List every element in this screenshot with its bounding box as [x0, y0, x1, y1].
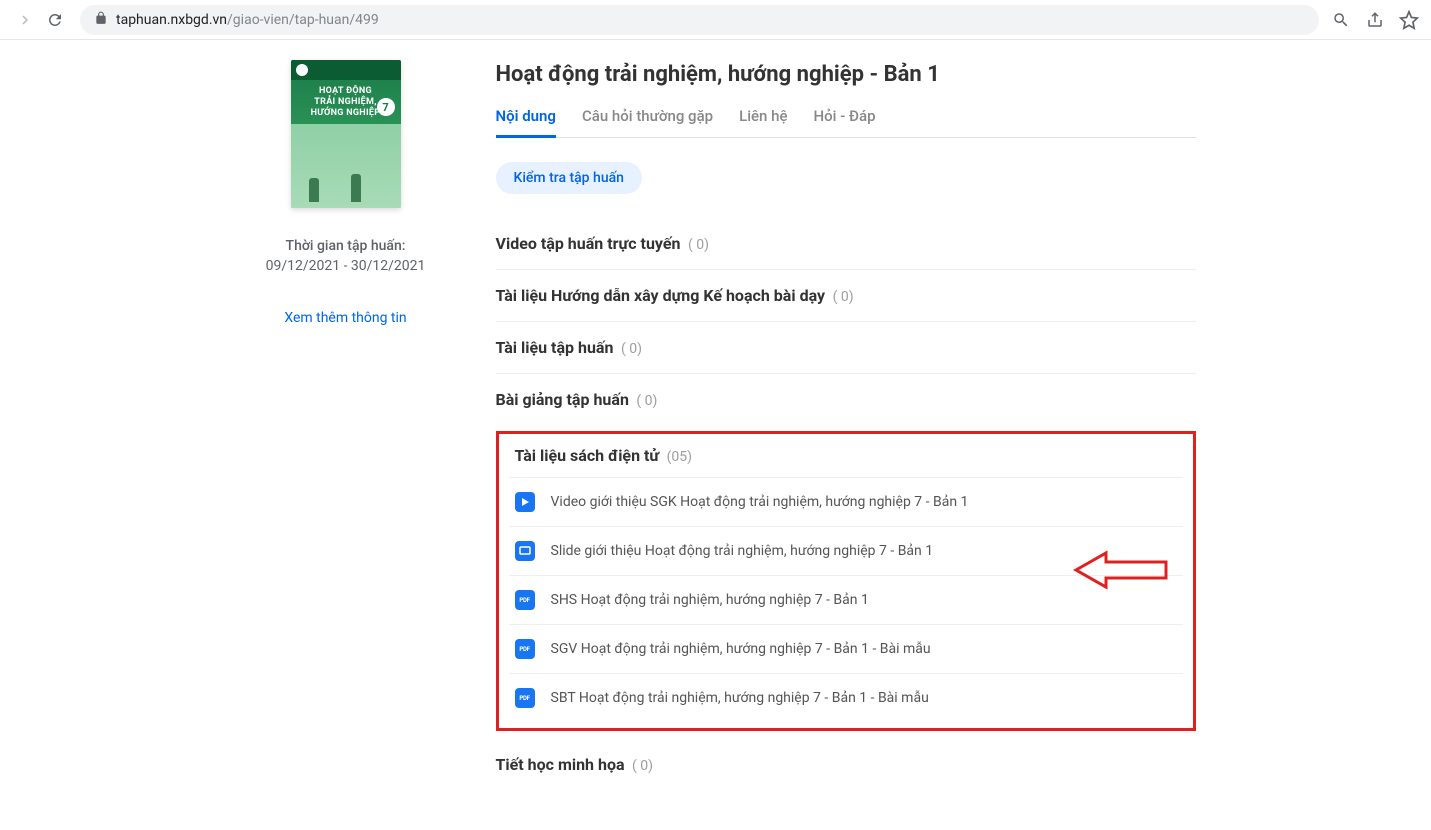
ebook-item-label: SGV Hoạt động trải nghiệm, hướng nghiệp …: [551, 641, 931, 657]
ebook-section-title: Tài liệu sách điện tử: [515, 446, 660, 465]
tab-bar: Nội dung Câu hỏi thường gặp Liên hệ Hỏi …: [496, 107, 1196, 138]
slide-icon: [515, 541, 535, 561]
section-title: Bài giảng tập huấn: [496, 390, 629, 409]
video-icon: [515, 492, 535, 512]
reload-icon: [46, 11, 64, 29]
share-icon[interactable]: [1363, 8, 1387, 32]
page-title: Hoạt động trải nghiệm, hướng nghiệp - Bả…: [496, 62, 1196, 87]
section-title: Tiết học minh họa: [496, 755, 625, 774]
tab-qa[interactable]: Hỏi - Đáp: [814, 107, 876, 137]
reload-button[interactable]: [40, 5, 70, 35]
section-title: Tài liệu tập huấn: [496, 338, 614, 357]
sidebar: HOẠT ĐỘNG TRẢI NGHIỆM, HƯỚNG NGHIỆP 7 Th…: [236, 50, 456, 790]
grade-number: 7: [377, 98, 395, 116]
ebook-item[interactable]: PDF SBT Hoạt động trải nghiệm, hướng ngh…: [509, 673, 1183, 722]
tab-contact[interactable]: Liên hệ: [739, 107, 787, 137]
ebook-item[interactable]: PDF SGV Hoạt động trải nghiệm, hướng ngh…: [509, 624, 1183, 673]
publisher-logo-icon: [296, 64, 308, 76]
ebook-item-label: SHS Hoạt động trải nghiệm, hướng nghiệp …: [551, 592, 869, 608]
section-title: Tài liệu Hướng dẫn xây dựng Kế hoạch bài…: [496, 286, 826, 305]
section-title: Video tập huấn trực tuyến: [496, 234, 681, 253]
tab-faq[interactable]: Câu hỏi thường gặp: [582, 107, 713, 137]
address-bar[interactable]: taphuan.nxbgd.vn/giao-vien/tap-huan/499: [80, 5, 1319, 35]
ebook-item[interactable]: PDF SHS Hoạt động trải nghiệm, hướng ngh…: [509, 575, 1183, 624]
section-lesson-plan[interactable]: Tài liệu Hướng dẫn xây dựng Kế hoạch bài…: [496, 270, 1196, 322]
section-count: ( 0): [688, 237, 709, 253]
ebook-section-count: (05): [667, 449, 692, 465]
tab-noi-dung[interactable]: Nội dung: [496, 107, 556, 138]
zoom-icon[interactable]: [1329, 8, 1353, 32]
exam-button[interactable]: Kiểm tra tập huấn: [496, 162, 642, 194]
browser-toolbar: taphuan.nxbgd.vn/giao-vien/tap-huan/499: [0, 0, 1431, 40]
pdf-icon: PDF: [515, 688, 535, 708]
more-info-link[interactable]: Xem thêm thông tin: [284, 310, 406, 326]
forward-button[interactable]: [10, 5, 40, 35]
section-demo-lesson[interactable]: Tiết học minh họa ( 0): [496, 739, 1196, 790]
section-training-lectures[interactable]: Bài giảng tập huấn ( 0): [496, 374, 1196, 425]
ebook-item-label: Video giới thiệu SGK Hoạt động trải nghi…: [551, 494, 969, 510]
main-content: Hoạt động trải nghiệm, hướng nghiệp - Bả…: [496, 50, 1196, 790]
section-count: ( 0): [621, 341, 642, 357]
section-training-docs[interactable]: Tài liệu tập huấn ( 0): [496, 322, 1196, 374]
section-video-training[interactable]: Video tập huấn trực tuyến ( 0): [496, 218, 1196, 270]
pdf-icon: PDF: [515, 639, 535, 659]
lock-icon: [94, 11, 108, 29]
section-count: ( 0): [636, 393, 657, 409]
section-count: ( 0): [833, 289, 854, 305]
ebook-item-label: Slide giới thiệu Hoạt động trải nghiệm, …: [551, 543, 934, 559]
arrow-right-icon: [16, 11, 34, 29]
book-cover: HOẠT ĐỘNG TRẢI NGHIỆM, HƯỚNG NGHIỆP 7: [291, 60, 401, 208]
ebook-item[interactable]: Slide giới thiệu Hoạt động trải nghiệm, …: [509, 526, 1183, 575]
bookmark-star-icon[interactable]: [1397, 8, 1421, 32]
ebook-section-highlighted: Tài liệu sách điện tử (05) Video giới th…: [496, 431, 1196, 731]
ebook-item-label: SBT Hoạt động trải nghiệm, hướng nghiệp …: [551, 690, 929, 706]
section-count: ( 0): [632, 758, 653, 774]
url-text: taphuan.nxbgd.vn/giao-vien/tap-huan/499: [116, 12, 379, 28]
training-time-label: Thời gian tập huấn:: [286, 238, 406, 254]
ebook-item[interactable]: Video giới thiệu SGK Hoạt động trải nghi…: [509, 477, 1183, 526]
pdf-icon: PDF: [515, 590, 535, 610]
training-dates: 09/12/2021 - 30/12/2021: [266, 258, 426, 274]
